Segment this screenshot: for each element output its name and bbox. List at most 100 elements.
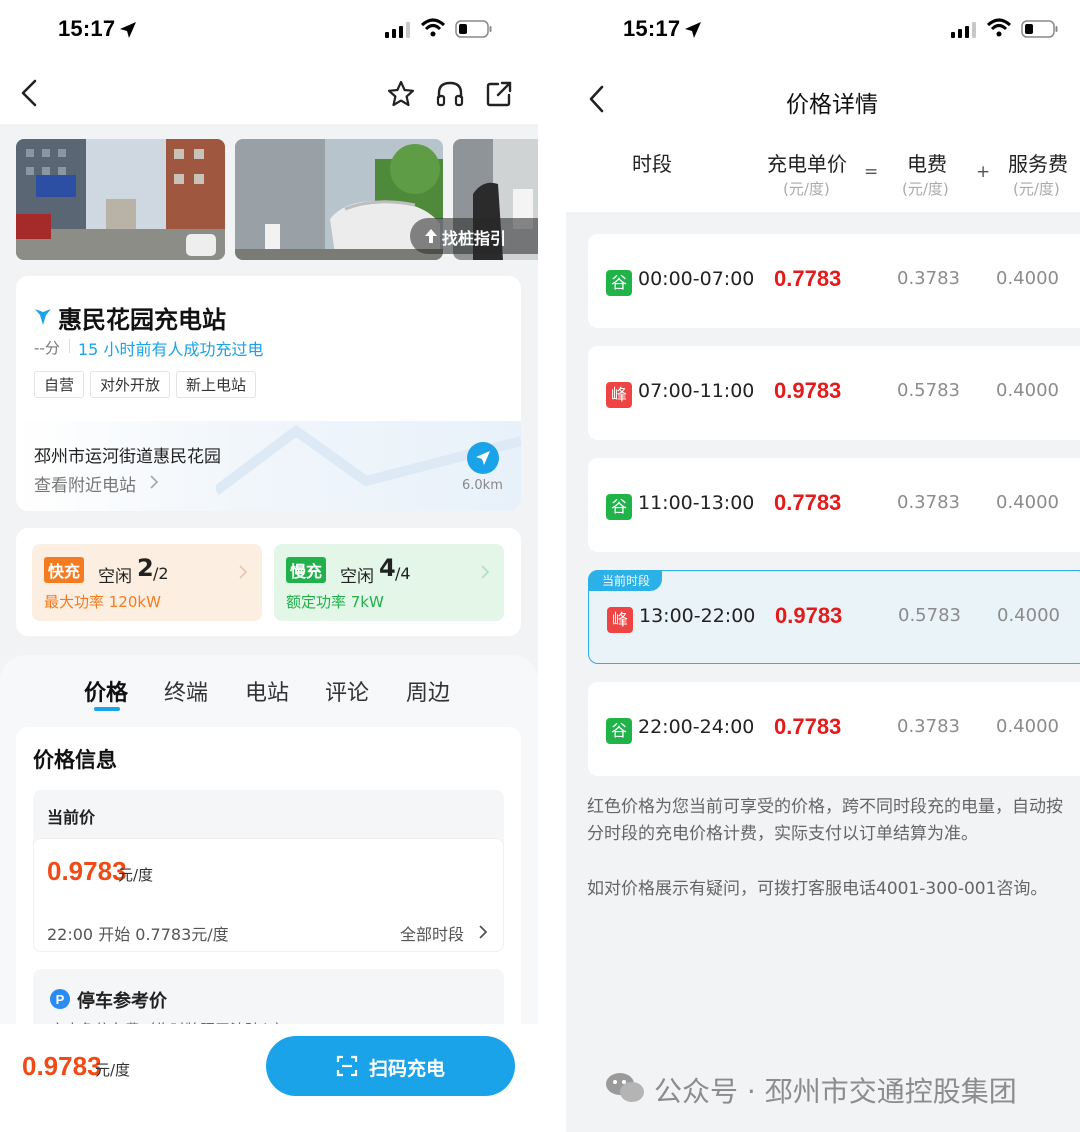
period-electricity-fee: 0.3783: [897, 492, 960, 513]
distance-text: 6.0km: [462, 478, 503, 493]
location-arrow-icon: [685, 22, 701, 38]
signal-icon: [385, 22, 410, 38]
bottom-price-value: 0.9783: [22, 1051, 102, 1081]
location-arrow-icon: [120, 22, 136, 38]
station-photo-1[interactable]: [16, 139, 225, 260]
price-info-card: 价格信息 当前价 0.9783 元/度 22:00 开始 0.7783元/度 全…: [16, 727, 521, 1059]
support-note: 如对价格展示有疑问，可拨打客服电话4001-300-001咨询。: [587, 879, 1048, 899]
period-price: 0.7783: [774, 490, 842, 515]
header-electricity: 电费: [907, 152, 947, 176]
tab-station[interactable]: 电站: [245, 675, 289, 707]
period-price: 0.9783: [775, 603, 843, 628]
current-period-flag: 当前时段: [588, 570, 663, 591]
wifi-icon: [420, 18, 446, 37]
header-service: 服务费: [1008, 152, 1068, 176]
divider: [69, 339, 70, 353]
header-service-unit: (元/度): [1013, 180, 1060, 198]
back-icon[interactable]: [586, 84, 608, 114]
fast-total: /2: [153, 564, 169, 583]
brand-logo-icon: [35, 309, 51, 325]
bottom-price-unit: 元/度: [95, 1061, 131, 1079]
chevron-right-icon: [479, 925, 488, 939]
period-price: 0.7783: [774, 266, 842, 291]
period-row: 谷 00:00-07:00 0.7783 0.3783 0.4000: [588, 234, 1080, 328]
period-row-current: 当前时段 峰 13:00-22:00 0.9783 0.5783 0.4000: [588, 570, 1080, 664]
slow-power: 额定功率 7kW: [286, 593, 384, 611]
bottom-action-bar: 0.9783 元/度 扫码充电: [0, 1024, 538, 1132]
slow-total: /4: [395, 564, 411, 583]
fast-charge-box[interactable]: 快充 空闲 2 /2 最大功率 120kW: [32, 544, 262, 621]
signal-icon: [951, 22, 976, 38]
nearby-stations-link[interactable]: 查看附近电站: [34, 471, 136, 496]
slow-idle-label: 空闲: [340, 567, 374, 587]
wifi-icon: [986, 18, 1012, 37]
period-electricity-fee: 0.5783: [897, 380, 960, 401]
header-plus: +: [976, 162, 991, 182]
current-price-detail: 0.9783 元/度 22:00 开始 0.7783元/度 全部时段: [33, 838, 504, 952]
find-pile-guide-button[interactable]: 找桩指引: [410, 218, 538, 254]
scan-icon: [336, 1055, 358, 1077]
favorite-star-icon[interactable]: [386, 79, 416, 109]
all-periods-link[interactable]: 全部时段: [400, 921, 464, 945]
period-electricity-fee: 0.3783: [897, 716, 960, 737]
period-time: 07:00-11:00: [638, 380, 755, 402]
fast-charge-badge: 快充: [44, 557, 85, 583]
period-electricity-fee: 0.3783: [897, 268, 960, 289]
tab-price[interactable]: 价格: [84, 675, 128, 707]
tab-indicator: [94, 707, 120, 711]
period-time: 00:00-07:00: [638, 268, 755, 290]
battery-icon: [455, 20, 492, 38]
pricing-note: 红色价格为您当前可享受的价格，跨不同时段充的电量，自动按分时段的充电价格计费，实…: [587, 797, 1063, 844]
period-row: 谷 11:00-13:00 0.7783 0.3783 0.4000: [588, 458, 1080, 552]
parking-title: 停车参考价: [77, 991, 167, 1012]
period-time: 13:00-22:00: [639, 605, 756, 627]
status-time: 15:17: [58, 16, 116, 41]
current-price-unit: 元/度: [118, 866, 154, 884]
header-unit-price: 充电单价: [767, 152, 847, 176]
period-service-fee: 0.4000: [996, 716, 1059, 737]
chevron-right-icon: [150, 475, 159, 489]
fast-power: 最大功率 120kW: [44, 593, 161, 611]
last-charge-text: 15 小时前有人成功充过电: [78, 340, 264, 359]
period-service-fee: 0.4000: [996, 492, 1059, 513]
period-row: 谷 22:00-24:00 0.7783 0.3783 0.4000: [588, 682, 1080, 776]
screenshot: 15:17 找桩指引 惠民花园充电站 --分 15 小时前有人成功充过电 自营 …: [0, 0, 1080, 1132]
period-electricity-fee: 0.5783: [898, 605, 961, 626]
period-service-fee: 0.4000: [997, 605, 1060, 626]
header-unit-price-unit: (元/度): [783, 180, 830, 198]
period-price: 0.7783: [774, 714, 842, 739]
slow-idle-count: 4: [379, 554, 396, 582]
valley-badge: 谷: [606, 270, 632, 296]
current-price-box: 当前价 0.9783 元/度 22:00 开始 0.7783元/度 全部时段: [33, 790, 504, 952]
tab-terminal[interactable]: 终端: [164, 675, 208, 707]
next-period-price: 22:00 开始 0.7783元/度: [47, 925, 229, 944]
period-price: 0.9783: [774, 378, 842, 403]
station-score: --分: [34, 339, 60, 357]
period-time: 11:00-13:00: [638, 492, 755, 514]
svg-text:P: P: [56, 992, 65, 1007]
peak-badge: 峰: [606, 382, 632, 408]
station-address: 邳州市运河街道惠民花园: [34, 447, 221, 467]
period-service-fee: 0.4000: [996, 268, 1059, 289]
customer-service-icon[interactable]: [435, 79, 465, 109]
current-price-value: 0.9783: [47, 856, 127, 886]
scan-charge-button[interactable]: 扫码充电: [266, 1036, 515, 1096]
page-title: 价格详情: [786, 92, 878, 118]
chevron-right-icon: [239, 565, 248, 579]
price-info-title: 价格信息: [33, 748, 117, 772]
watermark-text: 公众号 · 邳州市交通控股集团: [654, 1075, 1017, 1108]
tab-reviews[interactable]: 评论: [325, 675, 369, 707]
chevron-right-icon: [481, 565, 490, 579]
fast-idle-count: 2: [137, 554, 154, 582]
back-icon[interactable]: [18, 78, 42, 108]
parking-icon: P: [50, 989, 70, 1009]
navigate-button[interactable]: [467, 442, 499, 474]
find-pile-label: 找桩指引: [442, 229, 507, 248]
slow-charge-box[interactable]: 慢充 空闲 4 /4 额定功率 7kW: [274, 544, 504, 621]
battery-icon: [1021, 20, 1058, 38]
slow-charge-badge: 慢充: [286, 557, 327, 583]
share-icon[interactable]: [484, 79, 514, 109]
period-row: 峰 07:00-11:00 0.9783 0.5783 0.4000: [588, 346, 1080, 440]
tab-nearby[interactable]: 周边: [406, 675, 450, 707]
fast-idle-label: 空闲: [98, 567, 132, 587]
